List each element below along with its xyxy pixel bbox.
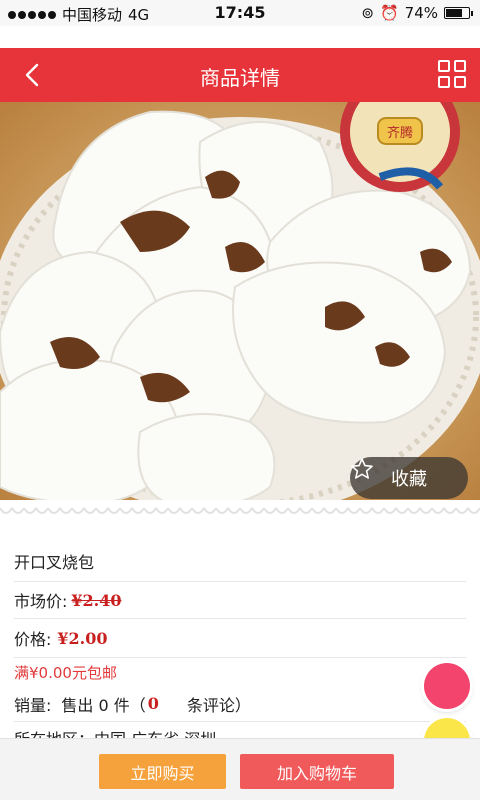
bun-photo: 齐腾	[0, 102, 480, 510]
market-price-row: 市场价: ¥2.40	[14, 582, 466, 619]
brand-logo-text: 齐腾	[387, 125, 413, 141]
sales-row[interactable]: 销量: 售出 0 件（ 0 条评论）	[14, 686, 466, 722]
battery-fill	[446, 9, 463, 17]
price-label: 价格:	[14, 630, 52, 649]
favorite-label: 收藏	[391, 469, 427, 490]
battery-percent: 74%	[404, 4, 438, 22]
sales-count-text: 售出 0 件（	[61, 695, 146, 715]
sales-label: 销量:	[14, 695, 52, 715]
free-shipping-text: 满¥0.00元包邮	[14, 663, 117, 682]
page-title: 商品详情	[200, 66, 280, 90]
battery-icon	[444, 7, 473, 19]
status-bar: 中国移动 4G 17:45 ⊚ ⏰ 74%	[0, 0, 480, 26]
product-name-row: 开口叉烧包	[14, 540, 466, 582]
grid-menu-button[interactable]	[438, 60, 468, 90]
product-image[interactable]: 齐腾 收藏	[0, 102, 480, 510]
price-row: 价格: ¥2.00	[14, 619, 466, 658]
status-right: ⊚ ⏰ 74%	[361, 4, 473, 22]
review-label[interactable]: 条评论）	[187, 692, 251, 716]
favorite-button[interactable]: 收藏	[350, 457, 468, 499]
grid-icon-cell	[454, 60, 466, 72]
grid-icon-cell	[438, 76, 450, 88]
shipping-row: 满¥0.00元包邮	[14, 658, 466, 686]
alarm-icon: ⏰	[379, 4, 399, 22]
product-info: 开口叉烧包 市场价: ¥2.40 价格: ¥2.00 满¥0.00元包邮 销量:…	[0, 540, 480, 752]
product-name: 开口叉烧包	[14, 552, 95, 572]
star-outline-icon	[351, 458, 373, 479]
buy-now-button[interactable]: 立即购买	[99, 754, 226, 789]
add-to-cart-button[interactable]: 加入购物车	[240, 754, 394, 789]
grid-icon	[438, 60, 450, 72]
review-count[interactable]: 0	[148, 694, 159, 713]
price-value: ¥2.00	[57, 628, 108, 648]
orientation-lock-icon: ⊚	[361, 4, 374, 22]
page-header: 商品详情	[0, 48, 480, 102]
float-pink-button[interactable]	[424, 663, 470, 709]
scallop-divider	[0, 500, 480, 526]
market-price-label: 市场价:	[14, 592, 68, 611]
market-price-value: ¥2.40	[71, 590, 122, 610]
bottom-action-bar: 立即购买 加入购物车	[0, 738, 480, 800]
grid-icon-cell	[454, 76, 466, 88]
